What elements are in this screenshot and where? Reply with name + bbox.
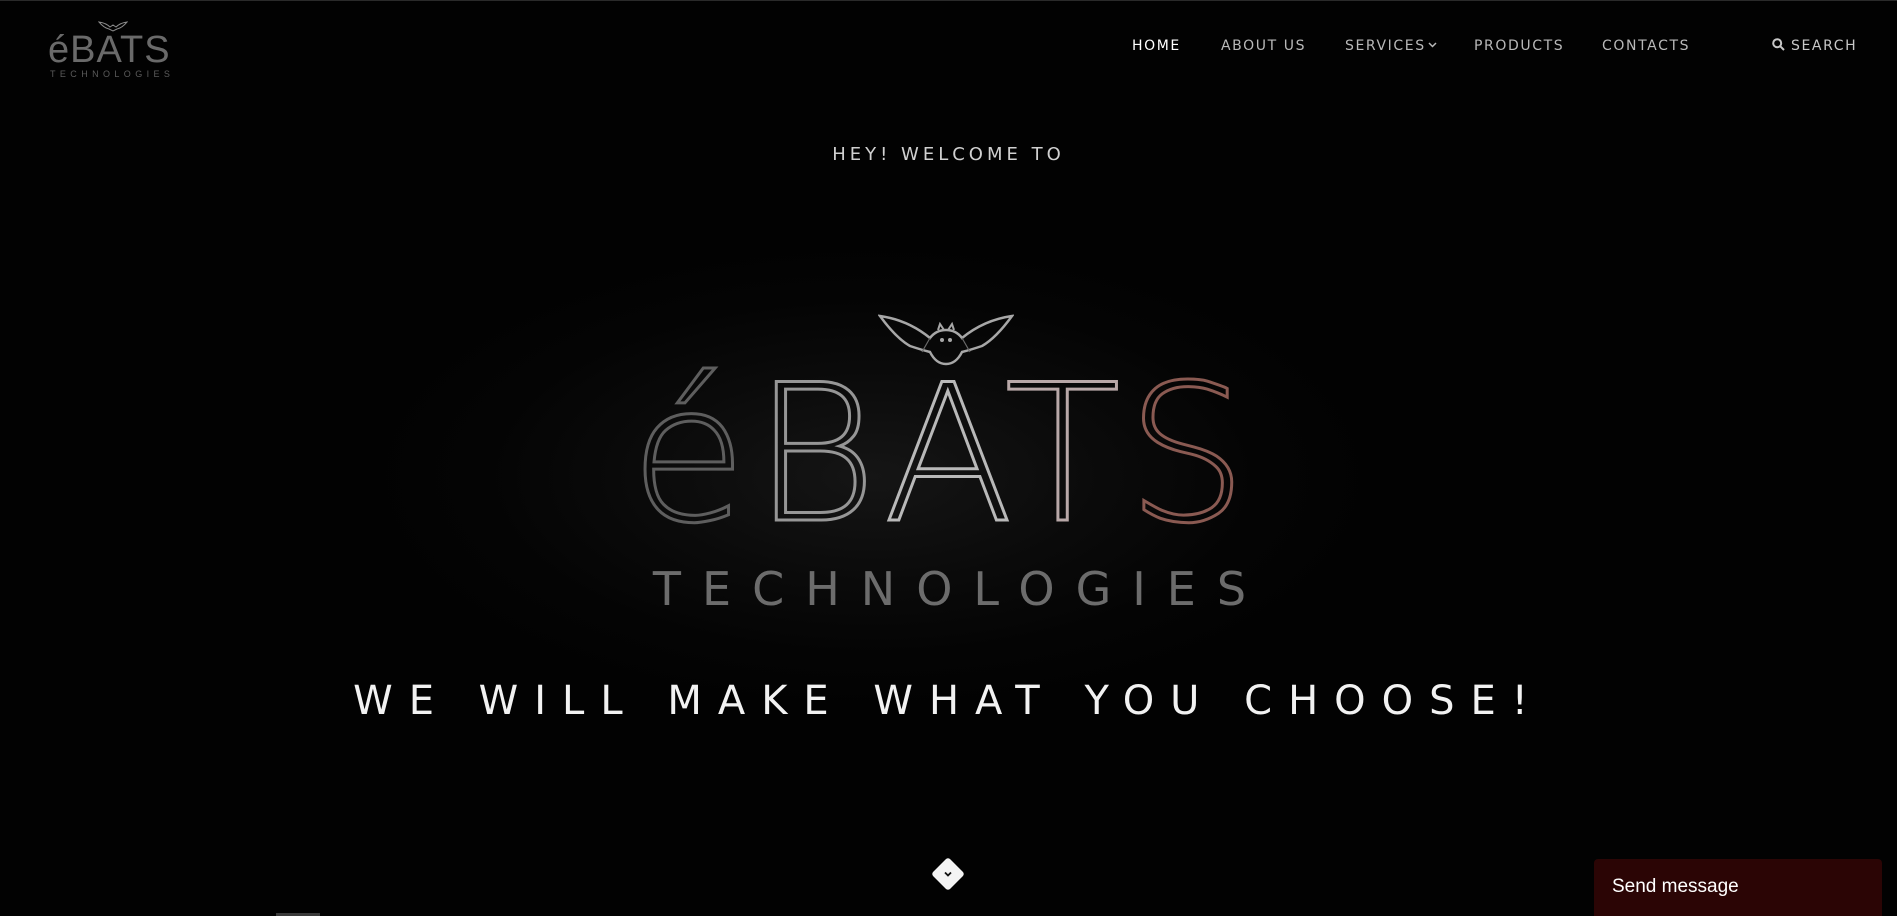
header-logo-subtext: TECHNOLOGIES xyxy=(50,69,175,79)
search-button[interactable]: SEARCH xyxy=(1772,38,1857,54)
send-message-label: Send message xyxy=(1612,876,1739,897)
hero-brand-logo: éBATS xyxy=(629,358,1270,551)
brand-letter: B xyxy=(751,344,884,565)
chevron-down-icon xyxy=(1428,42,1437,48)
nav-item-contacts[interactable]: CONTACTS xyxy=(1602,38,1690,54)
hero-brand-subtext: TECHNOLOGIES xyxy=(652,562,1268,616)
nav-item-about-us[interactable]: ABOUT US xyxy=(1221,38,1306,54)
search-icon xyxy=(1772,38,1785,51)
nav-item-products[interactable]: PRODUCTS xyxy=(1474,38,1564,54)
send-message-button[interactable]: Send message xyxy=(1594,859,1882,916)
brand-letter: T xyxy=(1003,344,1127,565)
nav-item-services-label: SERVICES xyxy=(1345,38,1426,54)
nav-item-home[interactable]: HOME xyxy=(1132,38,1181,54)
hero-tagline: WE WILL MAKE WHAT YOU CHOOSE! xyxy=(353,678,1544,724)
chevron-down-icon xyxy=(944,871,952,877)
main-nav: HOME ABOUT US SERVICES PRODUCTS CONTACTS… xyxy=(0,38,1897,58)
welcome-text: HEY! WELCOME TO xyxy=(832,144,1065,165)
search-label: SEARCH xyxy=(1791,38,1858,54)
brand-letter: A xyxy=(882,344,1005,565)
nav-item-services[interactable]: SERVICES xyxy=(1345,38,1437,54)
brand-letter: é xyxy=(629,344,753,565)
top-border xyxy=(0,0,1897,1)
brand-letter: S xyxy=(1125,344,1254,565)
